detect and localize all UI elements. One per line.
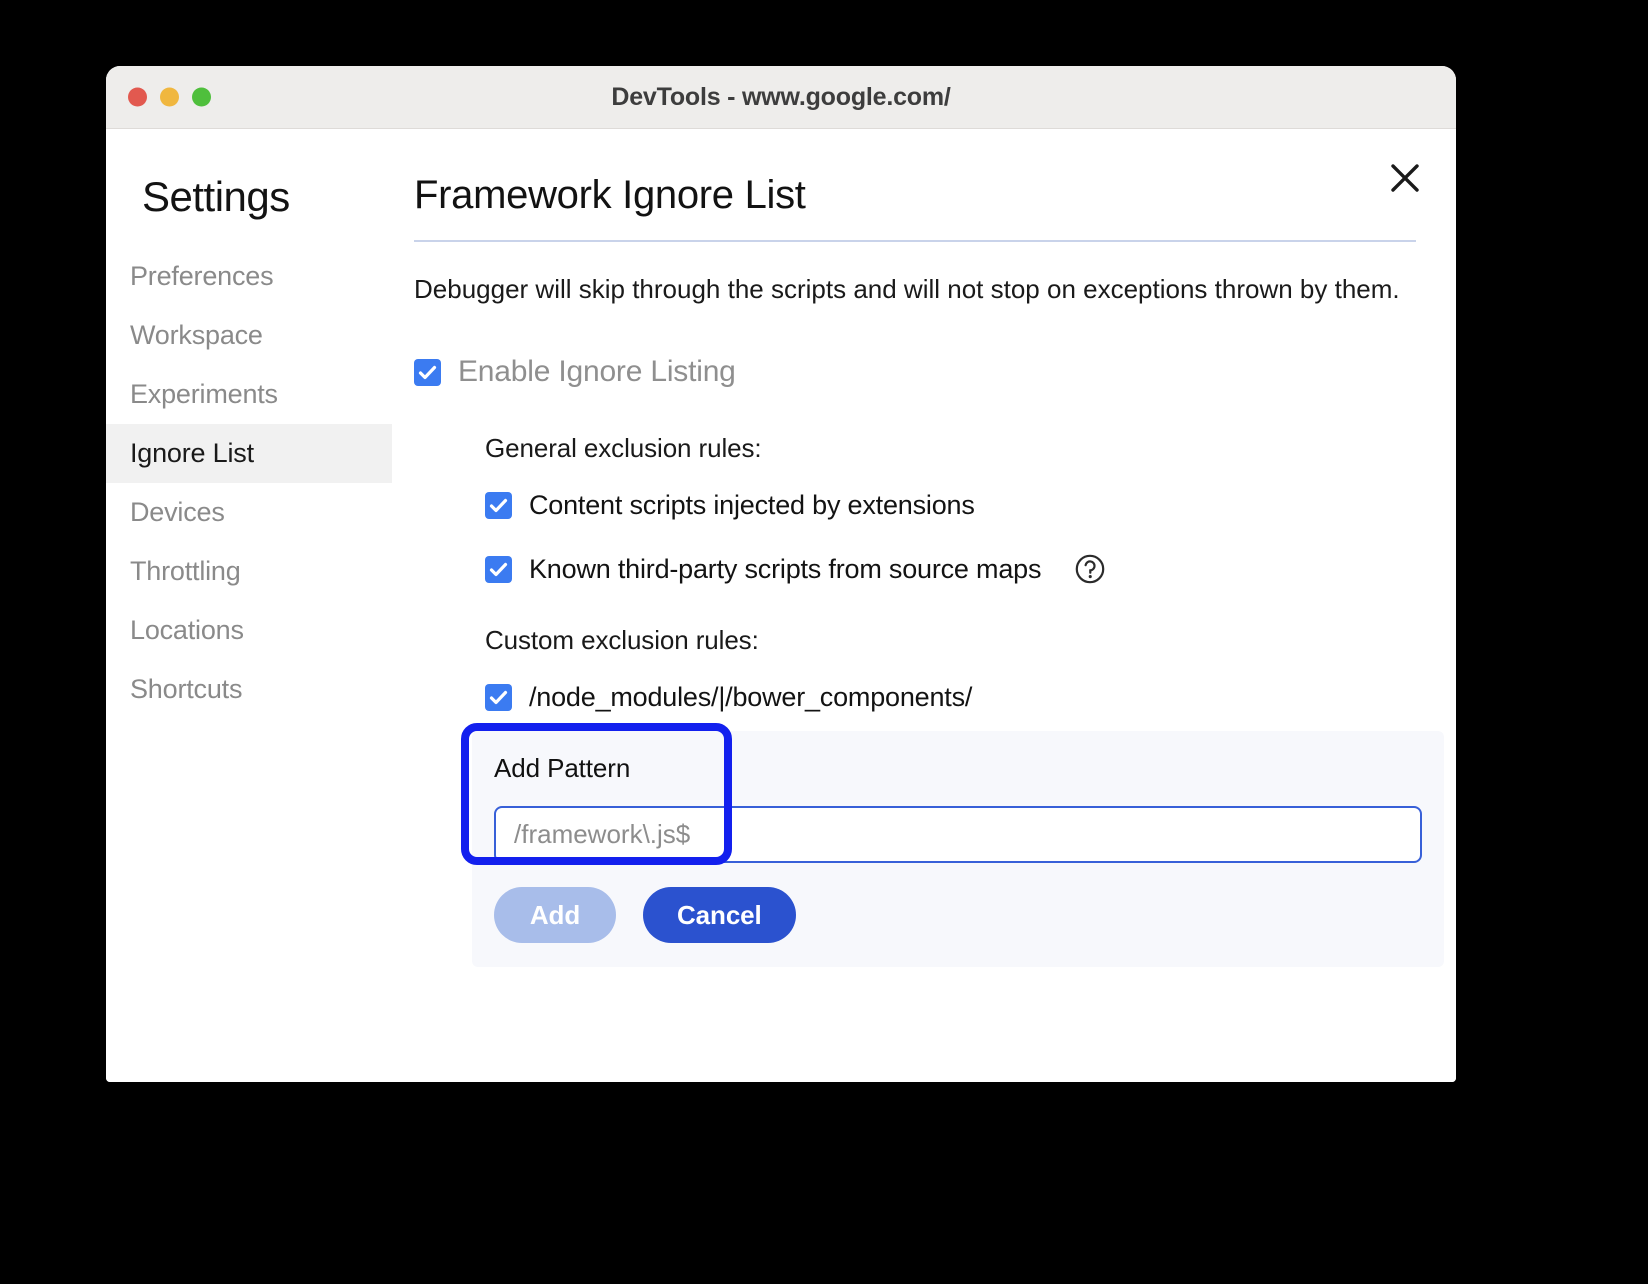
sidebar-item-label: Ignore List — [130, 438, 254, 468]
content-scripts-checkbox[interactable] — [485, 492, 512, 519]
close-settings-button[interactable] — [1382, 155, 1428, 201]
rule-row-node-modules[interactable]: /node_modules/|/bower_components/ — [485, 682, 1416, 713]
page-title: Framework Ignore List — [414, 173, 1416, 218]
sidebar-item-ignore-list[interactable]: Ignore List — [106, 424, 392, 483]
third-party-help-button[interactable] — [1074, 553, 1106, 585]
close-window-button[interactable] — [128, 88, 147, 107]
third-party-scripts-label: Known third-party scripts from source ma… — [529, 554, 1041, 585]
sidebar-item-devices[interactable]: Devices — [106, 483, 392, 542]
sidebar-item-label: Experiments — [130, 379, 278, 409]
traffic-lights — [128, 88, 211, 107]
content-scripts-label: Content scripts injected by extensions — [529, 490, 975, 521]
add-pattern-panel: Add Pattern Add Cancel — [472, 731, 1444, 967]
node-modules-checkbox[interactable] — [485, 684, 512, 711]
sidebar-item-label: Preferences — [130, 261, 273, 291]
sidebar-item-workspace[interactable]: Workspace — [106, 306, 392, 365]
sidebar-item-preferences[interactable]: Preferences — [106, 247, 392, 306]
sidebar-item-experiments[interactable]: Experiments — [106, 365, 392, 424]
sidebar-item-label: Throttling — [130, 556, 241, 586]
rule-row-third-party-scripts[interactable]: Known third-party scripts from source ma… — [485, 553, 1416, 585]
close-icon — [1388, 161, 1422, 195]
node-modules-pattern-label: /node_modules/|/bower_components/ — [529, 682, 972, 713]
enable-ignore-listing-row[interactable]: Enable Ignore Listing — [414, 355, 1416, 389]
sidebar-item-shortcuts[interactable]: Shortcuts — [106, 660, 392, 719]
add-pattern-buttons: Add Cancel — [494, 887, 1422, 943]
add-pattern-input[interactable] — [494, 806, 1422, 863]
maximize-window-button[interactable] — [192, 88, 211, 107]
sidebar-item-locations[interactable]: Locations — [106, 601, 392, 660]
window-titlebar: DevTools - www.google.com/ — [106, 66, 1456, 129]
cancel-pattern-button[interactable]: Cancel — [643, 887, 796, 943]
enable-ignore-listing-checkbox[interactable] — [414, 359, 441, 386]
section-spacer — [414, 585, 1416, 625]
window-title: DevTools - www.google.com/ — [106, 83, 1456, 112]
sidebar-item-label: Shortcuts — [130, 674, 242, 704]
settings-main-panel: Framework Ignore List Debugger will skip… — [392, 129, 1456, 1082]
checkmark-icon — [414, 359, 441, 386]
panel-description: Debugger will skip through the scripts a… — [414, 272, 1416, 307]
minimize-window-button[interactable] — [160, 88, 179, 107]
checkmark-icon — [485, 492, 512, 519]
checkmark-icon — [485, 556, 512, 583]
sidebar-heading: Settings — [106, 173, 392, 221]
general-exclusion-section: General exclusion rules: Content scripts… — [414, 433, 1416, 585]
general-exclusion-label: General exclusion rules: — [485, 433, 1416, 464]
custom-exclusion-label: Custom exclusion rules: — [485, 625, 1416, 656]
enable-ignore-listing-label: Enable Ignore Listing — [458, 355, 736, 389]
devtools-window: DevTools - www.google.com/ Settings Pref… — [106, 66, 1456, 1082]
sidebar-item-label: Locations — [130, 615, 244, 645]
rule-row-content-scripts[interactable]: Content scripts injected by extensions — [485, 490, 1416, 521]
checkmark-icon — [485, 684, 512, 711]
sidebar-item-throttling[interactable]: Throttling — [106, 542, 392, 601]
add-pattern-title: Add Pattern — [494, 753, 1422, 784]
settings-dialog: Settings Preferences Workspace Experimen… — [106, 129, 1456, 1082]
add-pattern-button[interactable]: Add — [494, 887, 616, 943]
title-divider — [414, 240, 1416, 242]
help-circle-icon — [1074, 553, 1106, 585]
custom-exclusion-section: Custom exclusion rules: /node_modules/|/… — [414, 625, 1416, 713]
settings-sidebar: Settings Preferences Workspace Experimen… — [106, 129, 392, 1082]
sidebar-item-label: Workspace — [130, 320, 263, 350]
sidebar-item-label: Devices — [130, 497, 225, 527]
third-party-scripts-checkbox[interactable] — [485, 556, 512, 583]
